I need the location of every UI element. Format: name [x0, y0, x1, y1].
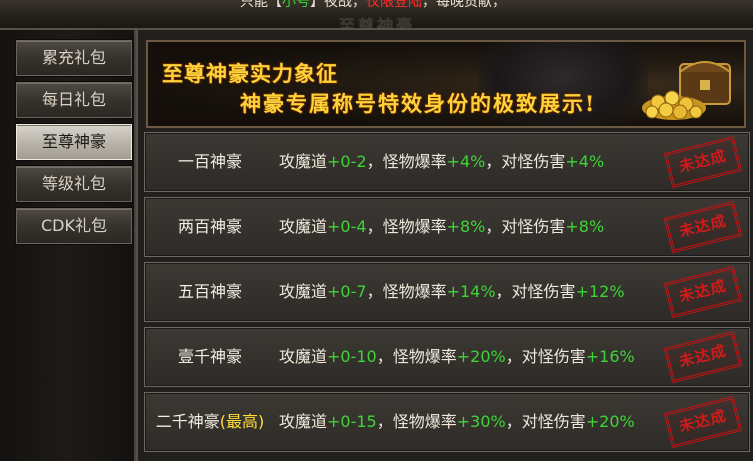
- tier-bonus: 攻魔道+0-4，怪物爆率+8%，对怪伤害+8%: [279, 217, 605, 236]
- notice-green: 小号: [282, 0, 310, 10]
- tier-name: 一百神豪: [177, 152, 242, 171]
- banner-line2: 神豪专属称号特效身份的极致展示!: [240, 91, 597, 116]
- tier-row: 壹千神豪 攻魔道+0-10，怪物爆率+20%，对怪伤害+16% 未达成: [144, 327, 750, 387]
- notice-suffix: ，每晚贡献，: [422, 0, 506, 10]
- tier-row: 两百神豪 攻魔道+0-4，怪物爆率+8%，对怪伤害+8% 未达成: [144, 197, 750, 257]
- treasure-chest-icon: [642, 61, 731, 120]
- tier-name: 两百神豪: [177, 217, 242, 236]
- sidebar: 累充礼包 每日礼包 至尊神豪 等级礼包 CDK礼包: [0, 30, 136, 461]
- tab-supreme-tycoon[interactable]: 至尊神豪: [16, 124, 132, 160]
- tier-name: 壹千神豪: [177, 347, 242, 366]
- title-bar: 只能【小号】夜战，仅限登陆，每晚贡献， 至尊神豪: [0, 0, 753, 30]
- not-achieved-stamp: 未达成: [663, 395, 743, 449]
- not-achieved-stamp: 未达成: [663, 200, 743, 254]
- tier-bonus: 攻魔道+0-10，怪物爆率+20%，对怪伤害+16%: [279, 347, 635, 366]
- tab-daily-gift[interactable]: 每日礼包: [16, 82, 132, 118]
- not-achieved-stamp: 未达成: [663, 265, 743, 319]
- tier-bonus: 攻魔道+0-7，怪物爆率+14%，对怪伤害+12%: [279, 282, 625, 301]
- not-achieved-stamp: 未达成: [663, 330, 743, 384]
- tier-row: 二千神豪(最高) 攻魔道+0-15，怪物爆率+30%，对怪伤害+20% 未达成: [144, 392, 750, 452]
- tier-bonus: 攻魔道+0-2，怪物爆率+4%，对怪伤害+4%: [279, 152, 605, 171]
- tab-cdk-gift[interactable]: CDK礼包: [16, 208, 132, 244]
- top-notice: 只能【小号】夜战，仅限登陆，每晚贡献，: [240, 0, 506, 11]
- tier-name: 二千神豪(最高): [155, 412, 265, 431]
- not-achieved-stamp: 未达成: [663, 135, 743, 189]
- notice-red: 仅限登陆: [366, 0, 422, 10]
- tab-cumulative-recharge[interactable]: 累充礼包: [16, 40, 132, 76]
- promo-banner: 至尊神豪实力象征 神豪专属称号特效身份的极致展示!: [146, 40, 746, 128]
- tab-level-gift[interactable]: 等级礼包: [16, 166, 132, 202]
- banner-line1: 至尊神豪实力象征: [162, 61, 338, 86]
- main-panel: 至尊神豪实力象征 神豪专属称号特效身份的极致展示! 一百神豪 攻魔道+0-2，怪…: [136, 30, 753, 461]
- tier-name: 五百神豪: [177, 282, 242, 301]
- tier-bonus: 攻魔道+0-15，怪物爆率+30%，对怪伤害+20%: [279, 412, 635, 431]
- tier-row: 一百神豪 攻魔道+0-2，怪物爆率+4%，对怪伤害+4% 未达成: [144, 132, 750, 192]
- tier-row: 五百神豪 攻魔道+0-7，怪物爆率+14%，对怪伤害+12% 未达成: [144, 262, 750, 322]
- notice-mid: 】夜战，: [310, 0, 366, 10]
- notice-prefix: 只能【: [240, 0, 282, 10]
- window-title: 至尊神豪: [338, 17, 415, 30]
